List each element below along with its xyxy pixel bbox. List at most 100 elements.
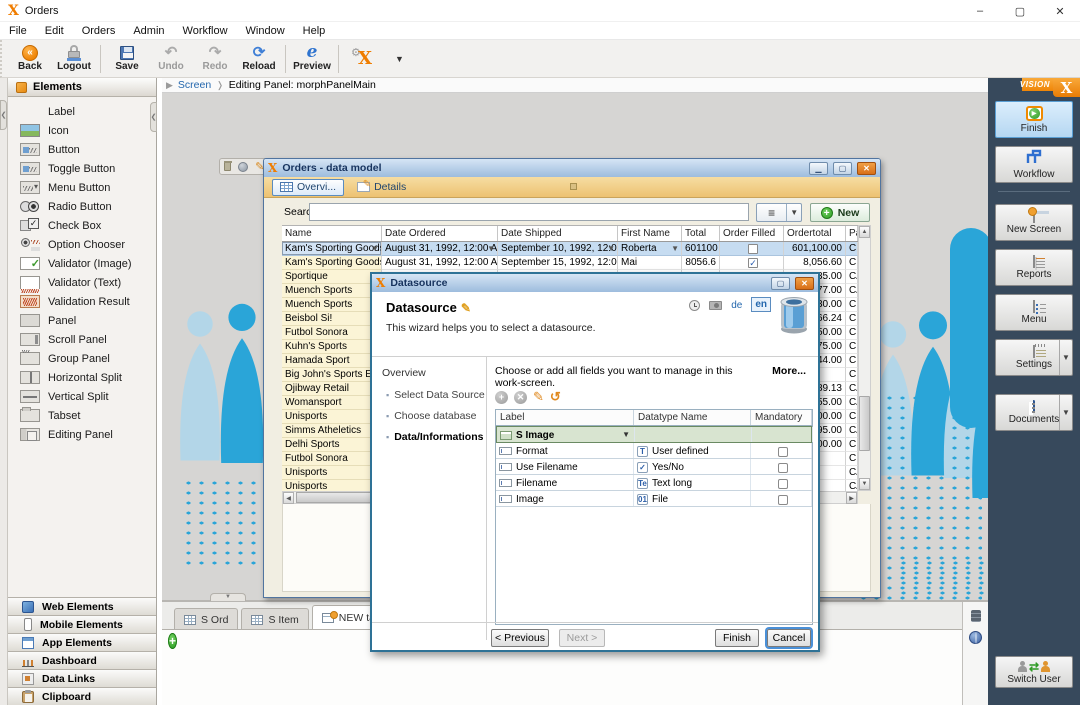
vx-documents-button[interactable]: Documents▼ [995, 394, 1073, 431]
section-app-elements[interactable]: App Elements [8, 633, 156, 651]
fields-row-image[interactable]: Image01File [496, 491, 812, 507]
inner-close-button[interactable]: ✕ [857, 162, 876, 175]
chevron-down-icon[interactable]: ▼ [622, 430, 630, 439]
dialog-maximize-button[interactable]: ▢ [771, 277, 790, 290]
section-dashboard[interactable]: Dashboard [8, 651, 156, 669]
dialog-close-button[interactable]: ✕ [795, 277, 814, 290]
checkbox-unchecked-icon[interactable] [778, 463, 788, 473]
table-tab-s-ord[interactable]: S Ord [174, 608, 238, 630]
visionx-logo-tab[interactable]: X [1053, 78, 1080, 97]
elements-collapse-handle[interactable]: ❮ [150, 102, 157, 132]
next-button[interactable]: Next > [559, 629, 605, 647]
column-header-pa[interactable]: Pa [846, 226, 858, 241]
table-row[interactable]: Kam's Sporting GoodsAugust 31, 1992, 12:… [282, 256, 858, 270]
edit-field-icon[interactable]: ✎ [533, 389, 544, 405]
tab-details[interactable]: Details [350, 179, 413, 196]
save-button[interactable]: Save [105, 42, 149, 76]
palette-item-group-panel[interactable]: Group Panel [8, 349, 156, 368]
add-field-icon[interactable]: + [495, 391, 508, 404]
inner-maximize-button[interactable]: ▢ [833, 162, 852, 175]
tab-overvi[interactable]: Overvi... [272, 179, 344, 196]
table-menu-button[interactable]: ≡ ▼ [756, 203, 802, 222]
column-header-total[interactable]: Total [682, 226, 720, 241]
palette-item-panel[interactable]: Panel [8, 311, 156, 330]
datasource-title-bar[interactable]: X Datasource ▢ ✕ [372, 274, 818, 292]
minimize-button[interactable]: – [960, 0, 1000, 22]
section-clipboard[interactable]: Clipboard [8, 687, 156, 705]
palette-item-check-box[interactable]: Check Box [8, 216, 156, 235]
palette-item-editing-panel[interactable]: Editing Panel [8, 425, 156, 444]
wizard-step-select-data-source[interactable]: ▪Select Data Source [386, 389, 486, 401]
finish-button[interactable]: Finish [715, 629, 759, 647]
vx-finish-button[interactable]: ▶Finish [995, 101, 1073, 138]
palette-item-radio-button[interactable]: Radio Button [8, 197, 156, 216]
chevron-down-icon[interactable]: ▼ [786, 204, 801, 221]
left-expand-handle[interactable]: ❮ [0, 100, 7, 130]
menu-window[interactable]: Window [237, 23, 294, 39]
maximize-button[interactable]: ▢ [1000, 0, 1040, 22]
checkbox-checked-icon[interactable]: ✓ [748, 258, 758, 268]
palette-item-menu-button[interactable]: Menu Button [8, 178, 156, 197]
close-button[interactable]: ✕ [1040, 0, 1080, 22]
checkbox-unchecked-icon[interactable] [748, 244, 758, 254]
scroll-left-icon[interactable]: ◀ [283, 492, 294, 504]
palette-item-button[interactable]: Button [8, 140, 156, 159]
menu-help[interactable]: Help [294, 23, 335, 39]
menu-workflow[interactable]: Workflow [174, 23, 237, 39]
palette-item-toggle-button[interactable]: Toggle Button [8, 159, 156, 178]
panel-collapse-handle[interactable]: ▼ [210, 593, 246, 601]
palette-item-label[interactable]: Label [8, 102, 156, 121]
palette-item-horizontal-split[interactable]: Horizontal Split [8, 368, 156, 387]
palette-item-validator-image[interactable]: Validator (Image) [8, 254, 156, 273]
scroll-right-icon[interactable]: ▶ [846, 492, 857, 504]
circle-icon[interactable] [238, 162, 248, 172]
wizard-step-data-informations[interactable]: ▪Data/Informations [386, 431, 486, 443]
palette-item-validator-text[interactable]: Validator (Text) [8, 273, 156, 292]
history-icon[interactable] [689, 300, 700, 311]
column-header-date-shipped[interactable]: Date Shipped [498, 226, 618, 241]
search-input[interactable] [309, 203, 749, 221]
column-header-name[interactable]: Name [282, 226, 382, 241]
checkbox-unchecked-icon[interactable] [778, 447, 788, 457]
vx-reports-button[interactable]: Reports [995, 249, 1073, 286]
scroll-down-icon[interactable]: ▼ [859, 478, 870, 490]
new-record-button[interactable]: + New [810, 203, 870, 222]
undo-button[interactable]: ↶Undo [149, 42, 193, 76]
chevron-down-icon[interactable]: ▼ [1059, 395, 1072, 430]
trash-icon[interactable] [224, 162, 231, 171]
table-row[interactable]: Kam's Sporting Goods▼August 31, 1992, 12… [282, 242, 858, 256]
column-header-ordertotal[interactable]: Ordertotal [784, 226, 846, 241]
vx-new-screen-button[interactable]: New Screen [995, 204, 1073, 241]
section-web-elements[interactable]: Web Elements [8, 597, 156, 615]
vx-workflow-button[interactable]: Workflow [995, 146, 1073, 183]
section-mobile-elements[interactable]: Mobile Elements [8, 615, 156, 633]
more-link[interactable]: More... [772, 365, 806, 377]
logout-button[interactable]: Logout [52, 42, 96, 76]
inner-minimize-button[interactable]: ▁ [809, 162, 828, 175]
column-header-order-filled[interactable]: Order Filled [720, 226, 784, 241]
checkbox-unchecked-icon[interactable] [778, 495, 788, 505]
palette-item-option-chooser[interactable]: Option Chooser [8, 235, 156, 254]
preview-button[interactable]: ePreview [290, 42, 334, 76]
table-tab-s-item[interactable]: S Item [241, 608, 308, 630]
redo-button[interactable]: ↷Redo [193, 42, 237, 76]
palette-item-validation-result[interactable]: Validation Result [8, 292, 156, 311]
chevron-down-icon[interactable]: ▼ [1059, 340, 1072, 375]
breadcrumb-screen-link[interactable]: Screen [178, 79, 211, 91]
vertical-scrollbar[interactable]: ▲ ▼ [858, 225, 871, 491]
menu-orders[interactable]: Orders [73, 23, 125, 39]
section-data-links[interactable]: Data Links [8, 669, 156, 687]
fields-row-filename[interactable]: FilenameTeText long [496, 475, 812, 491]
language-en-selected[interactable]: en [751, 297, 771, 312]
palette-item-scroll-panel[interactable]: Scroll Panel [8, 330, 156, 349]
vx-menu-button[interactable]: Menu [995, 294, 1073, 331]
menu-file[interactable]: File [0, 23, 36, 39]
globe-icon[interactable] [969, 631, 982, 644]
horizontal-scroll-thumb[interactable] [296, 492, 381, 503]
column-header-first-name[interactable]: First Name [618, 226, 682, 241]
data-model-title-bar[interactable]: X Orders - data model ▁ ▢ ✕ [264, 159, 880, 177]
language-de-link[interactable]: de [731, 300, 742, 311]
vertical-scroll-thumb[interactable] [859, 396, 870, 451]
palette-item-tabset[interactable]: Tabset [8, 406, 156, 425]
previous-button[interactable]: < Previous [491, 629, 549, 647]
